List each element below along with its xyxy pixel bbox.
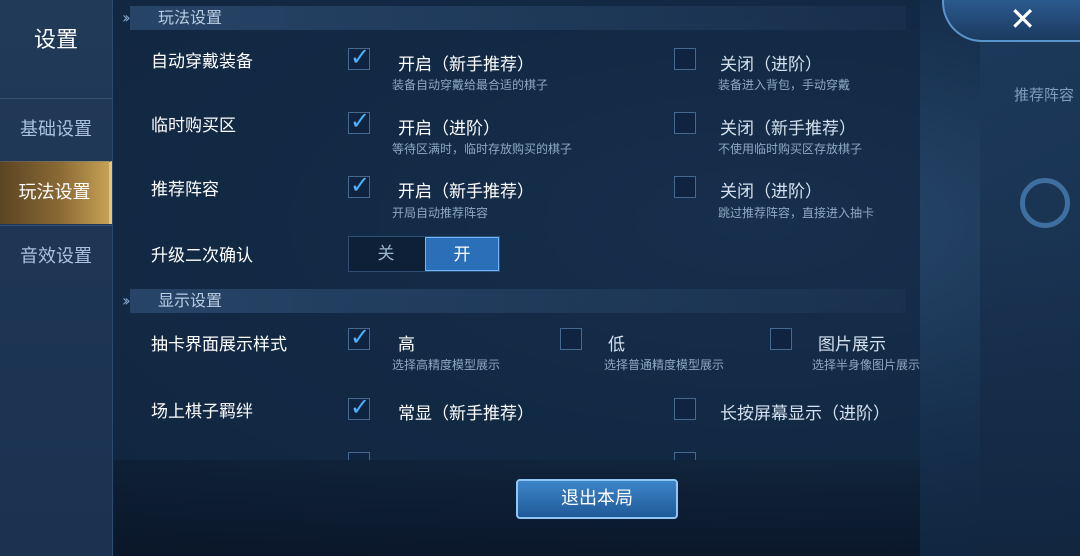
bond-press-title: 长按屏幕显示（进阶）	[720, 404, 890, 424]
background-scene: 推荐阵容	[980, 0, 1080, 556]
auto-equip-on-title: 开启（新手推荐）	[398, 55, 534, 75]
check-icon: ✓	[350, 323, 371, 351]
recommend-on-checkbox[interactable]: ✓	[348, 171, 370, 199]
draw-style-image-checkbox[interactable]	[770, 328, 792, 350]
settings-panel: ›› 玩法设置 自动穿戴装备 ✓ 开启（新手推荐） 装备自动穿戴给最合适的棋子 …	[114, 0, 920, 460]
recommend-off-title: 关闭（进阶）	[720, 182, 822, 202]
temp-buy-label: 临时购买区	[151, 116, 236, 136]
chevron-right-icon: ››	[122, 291, 131, 310]
recommend-label: 推荐阵容	[151, 180, 219, 200]
bond-always-checkbox[interactable]: ✓	[348, 393, 370, 421]
close-icon: ✕	[1009, 0, 1036, 38]
upgrade-confirm-label: 升级二次确认	[151, 246, 253, 266]
temp-buy-off-checkbox[interactable]	[674, 112, 696, 134]
auto-equip-off-title: 关闭（进阶）	[720, 55, 822, 75]
section-header-display: ›› 显示设置	[122, 289, 906, 313]
check-icon: ✓	[350, 171, 371, 199]
bond-always-title: 常显（新手推荐）	[398, 404, 534, 424]
check-icon: ✓	[350, 393, 371, 421]
draw-style-image-title: 图片展示	[818, 335, 886, 355]
auto-equip-label: 自动穿戴装备	[151, 52, 253, 72]
toggle-on-option[interactable]: 开	[425, 237, 499, 271]
recommend-on-desc: 开局自动推荐阵容	[392, 206, 489, 220]
recommend-lineup-label: 推荐阵容	[1013, 86, 1074, 104]
auto-equip-on-desc: 装备自动穿戴给最合适的棋子	[392, 78, 549, 92]
sidebar-item-gameplay[interactable]: 玩法设置	[0, 161, 112, 224]
settings-sidebar: 设置 基础设置 玩法设置 音效设置	[0, 0, 113, 556]
auto-equip-off-desc: 装备进入背包，手动穿戴	[718, 78, 851, 92]
next-row-off-checkbox[interactable]	[674, 452, 696, 460]
temp-buy-on-checkbox[interactable]: ✓	[348, 107, 370, 135]
temp-buy-off-title: 关闭（新手推荐）	[720, 119, 856, 139]
draw-style-label: 抽卡界面展示样式	[151, 335, 287, 355]
quit-game-button[interactable]: 退出本局	[516, 479, 678, 519]
background-circle-icon	[1020, 178, 1070, 228]
section-title: 玩法设置	[158, 8, 223, 27]
temp-buy-on-title: 开启（进阶）	[398, 119, 500, 139]
bond-press-checkbox[interactable]	[674, 398, 696, 420]
auto-equip-off-checkbox[interactable]	[674, 48, 696, 70]
sidebar-item-basic[interactable]: 基础设置	[0, 98, 112, 161]
check-icon: ✓	[350, 43, 371, 71]
recommend-on-title: 开启（新手推荐）	[398, 182, 534, 202]
draw-style-high-title: 高	[398, 335, 415, 355]
upgrade-confirm-toggle[interactable]: 关 开	[348, 236, 500, 272]
check-icon: ✓	[350, 107, 371, 135]
close-button[interactable]: ✕	[942, 0, 1080, 42]
sidebar-title: 设置	[33, 28, 78, 53]
bond-label: 场上棋子羁绊	[151, 402, 253, 422]
temp-buy-off-desc: 不使用临时购买区存放棋子	[718, 142, 863, 156]
sidebar-item-sound[interactable]: 音效设置	[0, 225, 112, 288]
chevron-right-icon: ››	[122, 8, 131, 27]
draw-style-high-checkbox[interactable]: ✓	[348, 323, 370, 351]
draw-style-high-desc: 选择高精度模型展示	[392, 358, 501, 372]
draw-style-image-desc: 选择半身像图片展示	[812, 358, 920, 372]
recommend-off-desc: 跳过推荐阵容，直接进入抽卡	[718, 206, 875, 220]
recommend-off-checkbox[interactable]	[674, 176, 696, 198]
toggle-off-option[interactable]: 关	[349, 237, 423, 271]
draw-style-low-title: 低	[608, 335, 625, 355]
draw-style-low-checkbox[interactable]	[560, 328, 582, 350]
draw-style-low-desc: 选择普通精度模型展示	[604, 358, 725, 372]
temp-buy-on-desc: 等待区满时，临时存放购买的棋子	[392, 142, 573, 156]
next-row-checkbox[interactable]	[348, 452, 370, 460]
section-title: 显示设置	[158, 291, 223, 310]
auto-equip-on-checkbox[interactable]: ✓	[348, 43, 370, 71]
section-header-gameplay: ›› 玩法设置	[122, 6, 906, 30]
